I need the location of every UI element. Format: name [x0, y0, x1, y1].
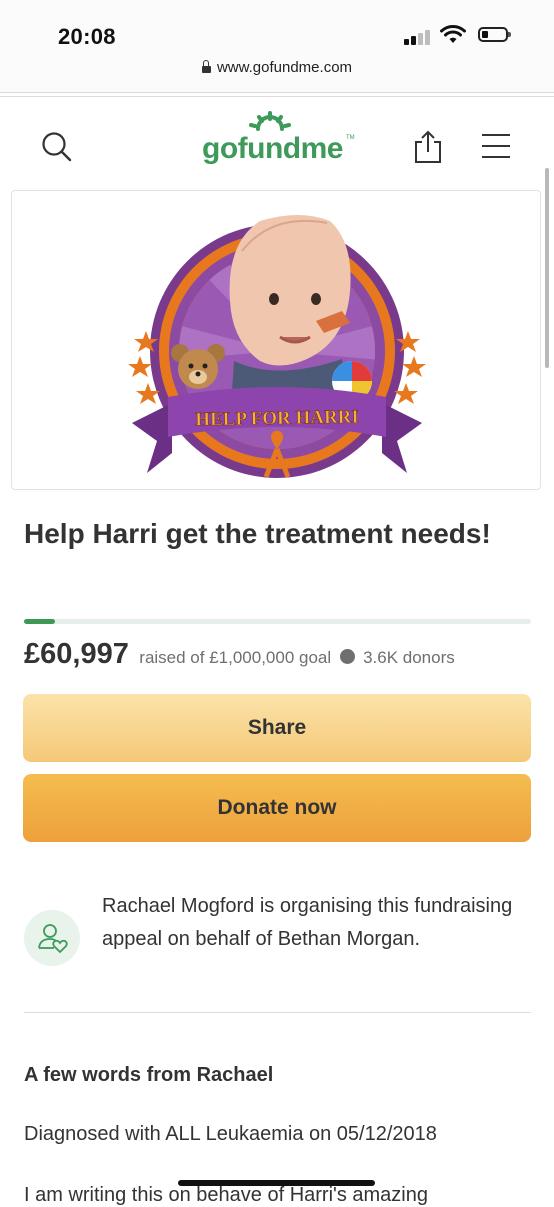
- hamburger-menu-icon[interactable]: [480, 132, 514, 160]
- share-button[interactable]: Share: [23, 694, 531, 762]
- lock-icon: [201, 60, 211, 73]
- url-text: www.gofundme.com: [216, 59, 353, 76]
- story-heading: A few words from Rachael: [24, 1064, 274, 1086]
- scrollbar[interactable]: [545, 168, 549, 368]
- donate-now-button[interactable]: Donate now: [23, 774, 531, 842]
- search-icon[interactable]: [40, 130, 74, 164]
- amount-raised: £60,997: [24, 638, 129, 670]
- logo-sun-icon: [249, 111, 291, 131]
- browser-url-bar[interactable]: www.gofundme.com: [0, 56, 554, 93]
- status-time: 20:08: [58, 24, 116, 49]
- share-upload-icon[interactable]: [410, 126, 446, 166]
- organiser-info: Rachael Mogford is organising this fundr…: [22, 890, 532, 990]
- funding-stats: £60,997 raised of £1,000,000 goal 3.6K d…: [24, 638, 544, 671]
- cellular-signal-icon: [404, 29, 434, 45]
- progress-fill: [24, 619, 55, 624]
- logo-trademark: TM: [346, 135, 355, 141]
- home-indicator[interactable]: [178, 1180, 375, 1186]
- status-bar: 20:08: [0, 0, 554, 56]
- banner-text: HELP FOR HARRI: [195, 407, 359, 431]
- help-for-harri-illustration: HELP FOR HARRI: [128, 215, 426, 478]
- story-paragraph-2: I am writing this on behave of Harri's a…: [24, 1184, 428, 1206]
- story-paragraph-1: Diagnosed with ALL Leukaemia on 05/12/20…: [24, 1123, 437, 1145]
- logo-text: gofundme: [202, 132, 343, 165]
- site-header: gofundme TM: [0, 110, 554, 182]
- organiser-icon: [24, 910, 80, 966]
- progress-bar: [24, 619, 531, 624]
- campaign-hero-image: HELP FOR HARRI: [11, 190, 541, 490]
- section-divider: [24, 1012, 531, 1013]
- organiser-text: Rachael Mogford is organising this fundr…: [102, 895, 513, 950]
- goal-text: raised of £1,000,000 goal: [139, 648, 332, 667]
- divider: [0, 96, 554, 97]
- campaign-title: Help Harri get the treatment needs!: [24, 518, 491, 549]
- wifi-icon: [440, 25, 466, 43]
- gofundme-logo[interactable]: gofundme TM: [200, 110, 360, 170]
- separator-dot: [339, 649, 355, 664]
- donor-count: 3.6K donors: [363, 648, 455, 667]
- battery-icon: [478, 27, 511, 42]
